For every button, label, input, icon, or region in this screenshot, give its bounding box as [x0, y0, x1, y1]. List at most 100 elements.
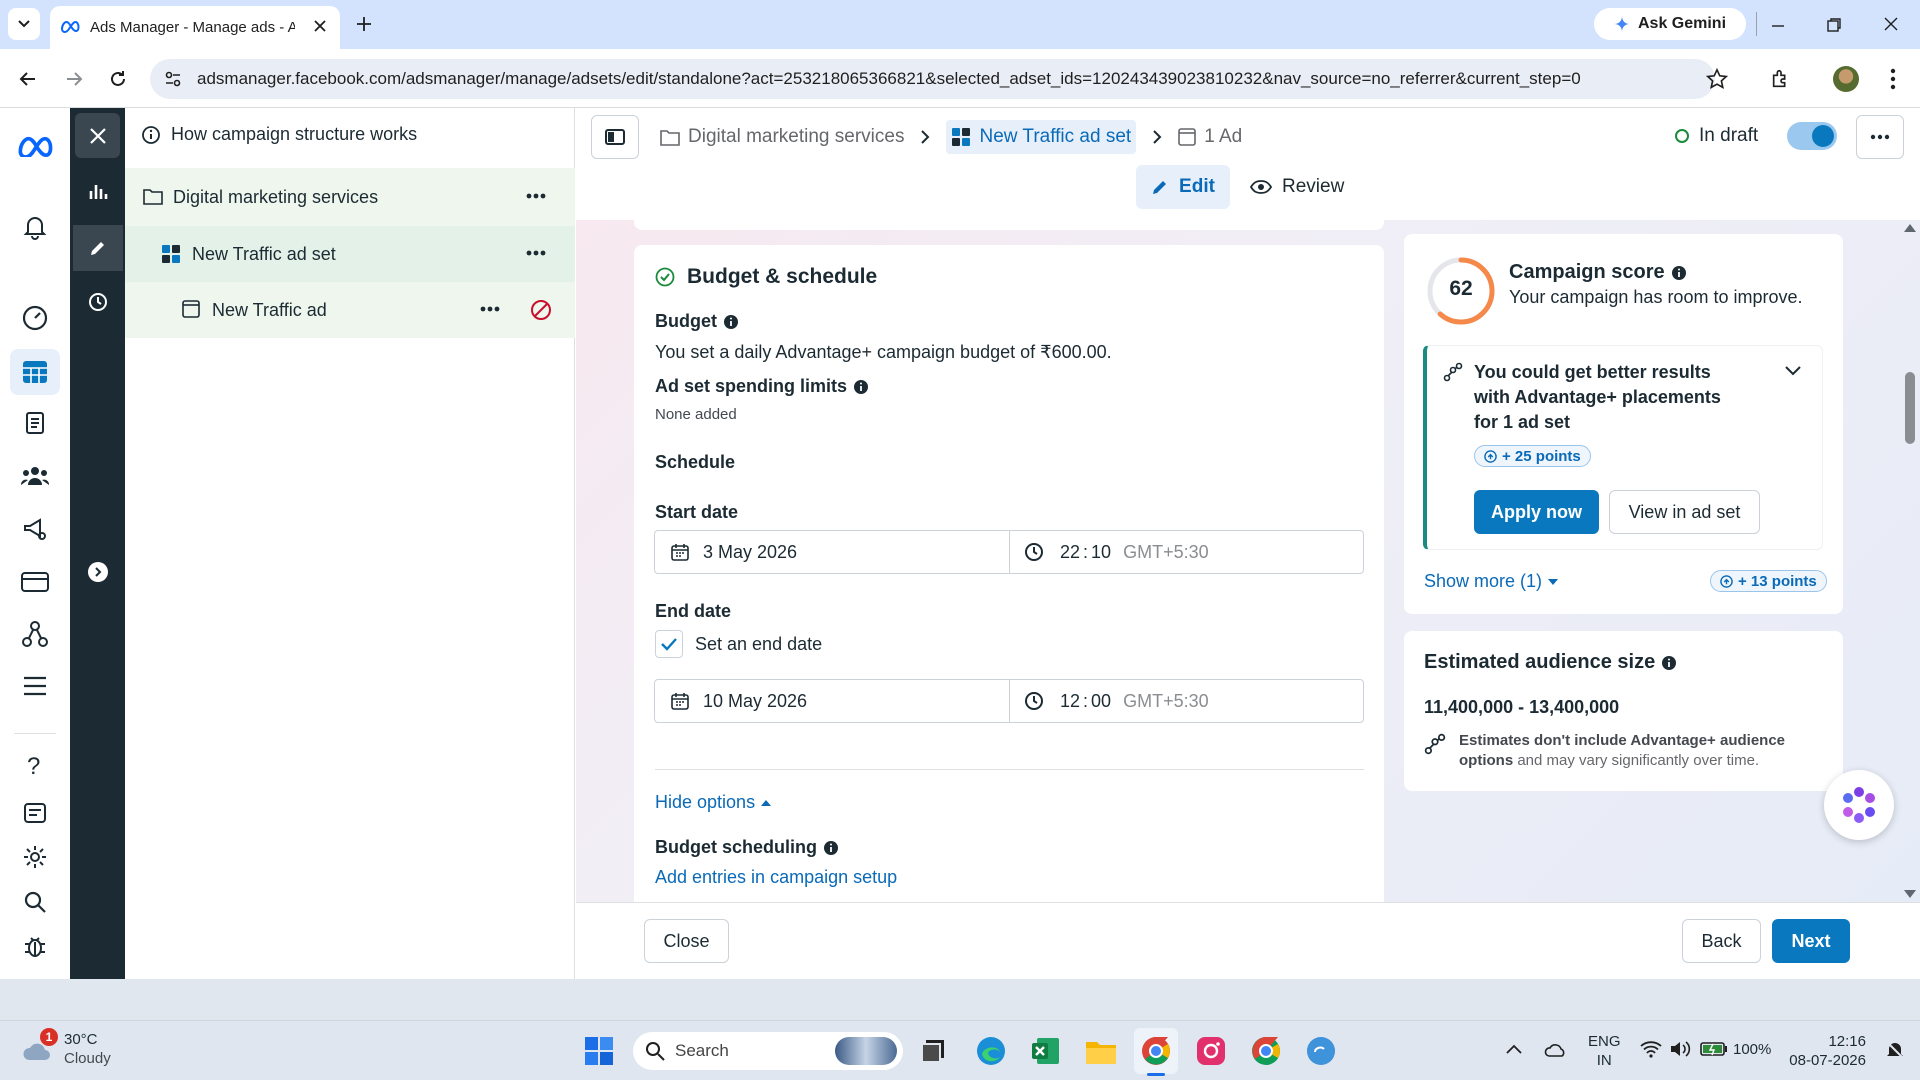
apply-now-button[interactable]: Apply now [1474, 490, 1599, 534]
history-clock-icon[interactable] [88, 292, 108, 312]
billing-card-icon[interactable] [21, 571, 49, 593]
reload-icon[interactable] [108, 69, 128, 89]
start-windows-icon[interactable] [585, 1037, 613, 1065]
audiences-icon[interactable] [21, 465, 49, 487]
info-icon[interactable] [853, 379, 869, 395]
toggle-sidebar-button[interactable] [591, 115, 639, 159]
next-button[interactable]: Next [1772, 919, 1850, 963]
tray-chevron-up-icon[interactable] [1506, 1044, 1522, 1054]
feedback-icon[interactable] [23, 801, 47, 825]
notification-settings-icon[interactable] [1885, 1040, 1905, 1060]
breadcrumb-adset[interactable]: New Traffic ad set [946, 120, 1137, 154]
end-date-input[interactable]: 10 May 2026 [654, 679, 1010, 723]
start-minute[interactable]: 10 [1091, 542, 1111, 563]
weather-badge: 1 [40, 1028, 58, 1046]
new-tab-icon[interactable] [355, 15, 373, 33]
taskbar-search[interactable]: Search [633, 1032, 903, 1070]
points-label: + 25 points [1502, 447, 1581, 465]
breadcrumb-campaign[interactable]: Digital marketing services [660, 126, 904, 148]
close-panel-button[interactable] [75, 113, 120, 158]
more-options-icon[interactable] [480, 306, 500, 312]
onedrive-cloud-icon[interactable] [1544, 1041, 1568, 1057]
wifi-icon[interactable] [1640, 1040, 1662, 1058]
tab-edit[interactable]: Edit [1136, 165, 1230, 209]
all-tools-menu-icon[interactable] [23, 676, 47, 696]
report-bug-icon[interactable] [23, 934, 47, 958]
events-manager-icon[interactable] [22, 620, 48, 648]
browser-menu-icon[interactable] [1890, 68, 1896, 90]
search-icon[interactable] [23, 890, 47, 914]
tab-review[interactable]: Review [1250, 165, 1344, 209]
canva-icon[interactable] [1306, 1036, 1336, 1066]
back-button[interactable]: Back [1682, 919, 1761, 963]
window-close-icon[interactable] [1883, 16, 1899, 32]
tree-row-adset[interactable]: New Traffic ad set [125, 226, 575, 282]
profile-avatar[interactable] [1833, 66, 1859, 92]
back-icon[interactable] [18, 69, 38, 89]
ads-table-nav-item[interactable] [10, 349, 60, 395]
forward-icon[interactable] [64, 69, 84, 89]
minimize-icon[interactable] [1770, 18, 1786, 34]
bookmark-star-icon[interactable] [1706, 68, 1728, 90]
dashboard-gauge-icon[interactable] [22, 305, 48, 331]
documents-icon[interactable] [22, 411, 48, 437]
end-minute[interactable]: 00 [1091, 691, 1111, 712]
set-end-date-checkbox[interactable]: Set an end date [655, 630, 822, 658]
url-text[interactable]: adsmanager.facebook.com/adsmanager/manag… [197, 69, 1677, 89]
battery-charging-icon[interactable] [1700, 1041, 1728, 1057]
settings-gear-icon[interactable] [23, 845, 47, 869]
browser-tab[interactable]: Ads Manager - Manage ads - A [50, 6, 340, 49]
info-icon[interactable] [723, 314, 739, 330]
info-icon[interactable] [823, 840, 839, 856]
tree-row-ad[interactable]: New Traffic ad [125, 282, 575, 338]
hide-options-link[interactable]: Hide options [655, 792, 772, 813]
bar-chart-icon[interactable] [88, 182, 108, 200]
on-off-toggle[interactable] [1787, 122, 1837, 150]
restore-icon[interactable] [1826, 17, 1842, 33]
ai-assistant-button[interactable] [1824, 770, 1894, 840]
breadcrumb-ad[interactable]: 1 Ad [1178, 126, 1242, 148]
chrome-icon[interactable] [1141, 1036, 1171, 1066]
language-indicator[interactable]: ENG IN [1588, 1032, 1621, 1070]
start-hour[interactable]: 22 [1060, 542, 1080, 563]
help-question-icon[interactable]: ? [27, 753, 40, 781]
ask-gemini-button[interactable]: Ask Gemini [1594, 8, 1746, 40]
weather-widget[interactable]: 1 30°C Cloudy [18, 1028, 128, 1072]
start-time-input[interactable]: 22: 10 GMT+5:30 [1009, 530, 1364, 574]
info-icon[interactable] [1671, 265, 1687, 281]
site-info-icon[interactable] [164, 70, 182, 88]
end-time-input[interactable]: 12: 00 GMT+5:30 [1009, 679, 1364, 723]
extensions-icon[interactable] [1770, 68, 1792, 90]
clock[interactable]: 12:16 08-07-2026 [1780, 1032, 1866, 1070]
show-more-link[interactable]: Show more (1) [1424, 571, 1559, 592]
add-entries-link[interactable]: Add entries in campaign setup [655, 867, 897, 888]
scrollbar-thumb[interactable] [1905, 372, 1915, 444]
notifications-bell-icon[interactable] [23, 214, 47, 240]
file-explorer-icon[interactable] [1085, 1036, 1117, 1066]
view-in-ad-set-button[interactable]: View in ad set [1609, 490, 1760, 534]
campaigns-megaphone-icon[interactable] [22, 516, 48, 542]
task-view-icon[interactable] [920, 1038, 946, 1064]
edge-browser-icon[interactable] [976, 1036, 1006, 1066]
edit-mode-button[interactable] [73, 225, 123, 271]
more-actions-button[interactable] [1856, 115, 1904, 159]
tab-search-button[interactable] [8, 8, 40, 40]
instagram-icon[interactable] [1196, 1036, 1226, 1066]
scroll-down-arrow-icon[interactable] [1904, 889, 1916, 899]
chevron-down-icon[interactable] [1785, 366, 1801, 376]
excel-icon[interactable] [1031, 1036, 1061, 1066]
tree-row-campaign[interactable]: Digital marketing services [125, 168, 575, 226]
close-button[interactable]: Close [644, 919, 729, 963]
campaign-structure-help[interactable]: How campaign structure works [141, 124, 417, 145]
start-date-input[interactable]: 3 May 2026 [654, 530, 1010, 574]
info-icon[interactable] [1661, 655, 1677, 671]
end-hour[interactable]: 12 [1060, 691, 1080, 712]
more-options-icon[interactable] [526, 250, 546, 256]
chrome-profile-icon[interactable] [1251, 1036, 1281, 1066]
scroll-up-arrow-icon[interactable] [1904, 223, 1916, 233]
meta-logo-icon[interactable] [16, 135, 54, 157]
tab-close-icon[interactable] [312, 18, 328, 34]
more-options-icon[interactable] [526, 193, 546, 199]
volume-icon[interactable] [1670, 1040, 1692, 1058]
expand-panel-button[interactable] [88, 562, 108, 582]
